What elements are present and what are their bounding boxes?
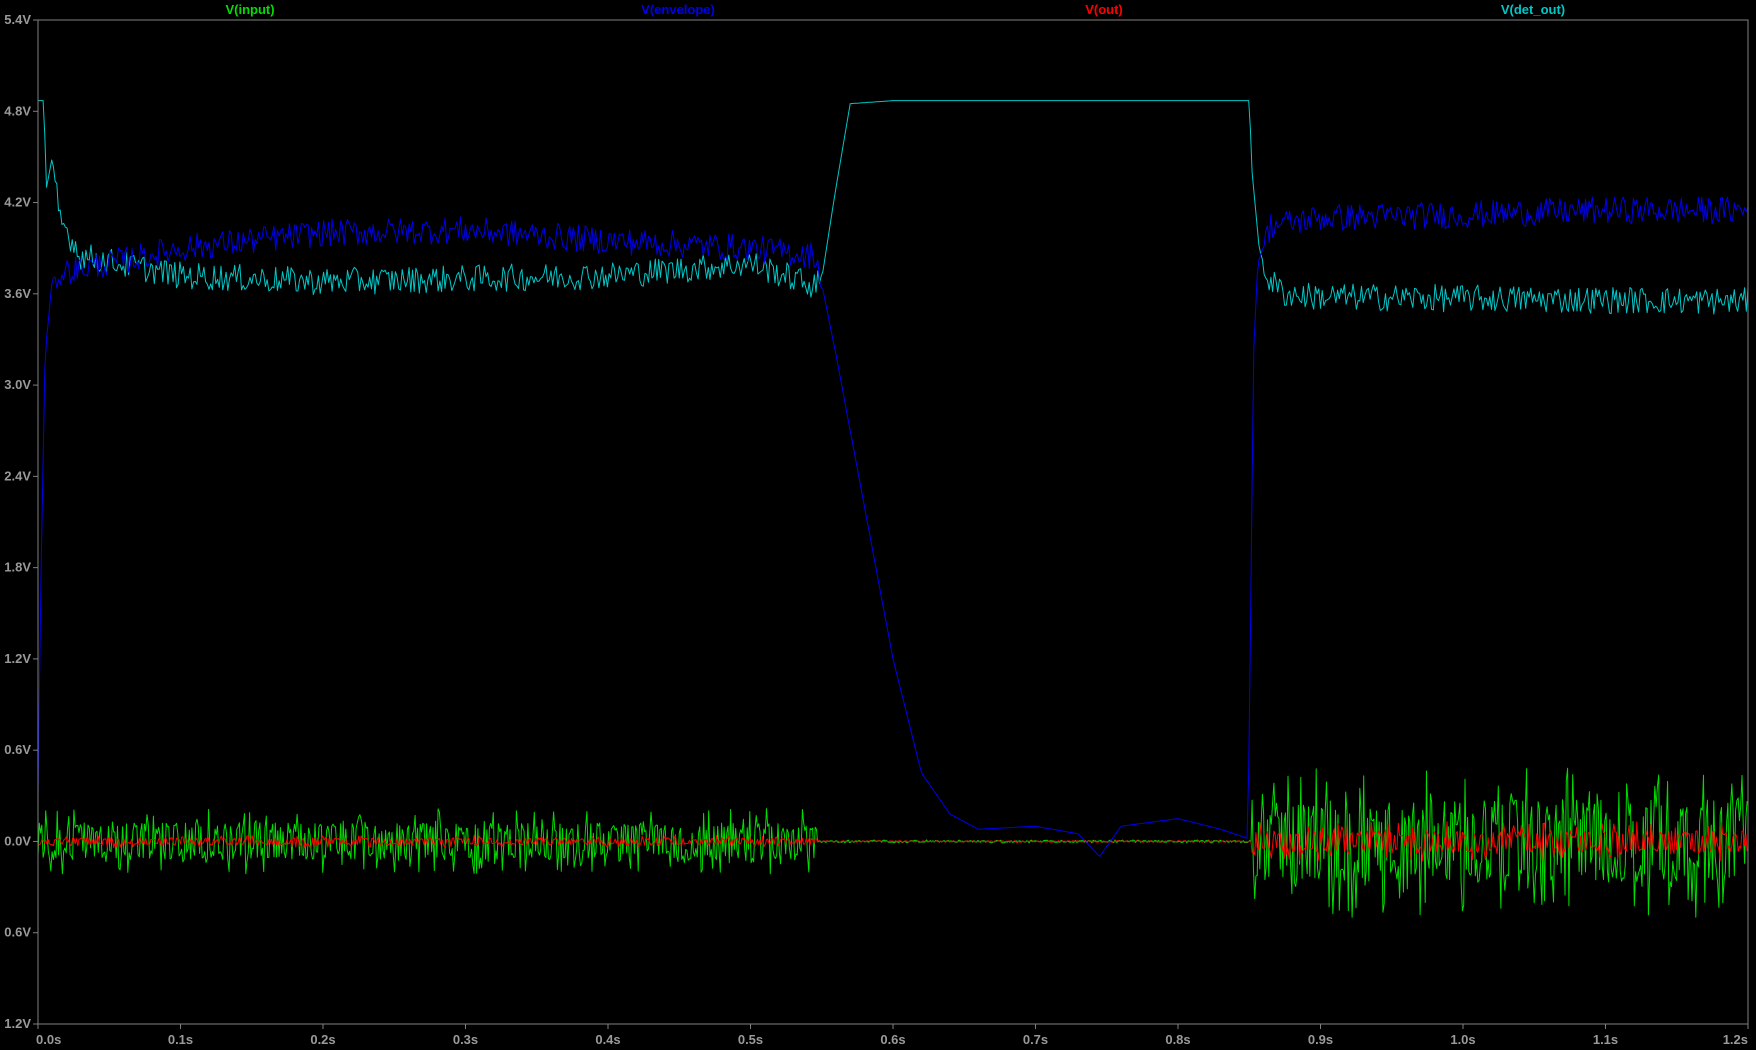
series-line-vdet_out: [38, 100, 1749, 315]
x-tick-label: 0.7s: [1023, 1032, 1048, 1047]
x-tick-label: 0.0s: [36, 1032, 61, 1047]
y-tick-label: 4.2V: [4, 195, 31, 210]
series-line-venvelope: [37, 196, 1749, 857]
plot-frame: [37, 19, 1749, 1025]
x-tick-label: 0.1s: [168, 1032, 193, 1047]
y-tick-label: 3.0V: [4, 377, 31, 392]
x-tick-label: 1.2s: [1723, 1032, 1748, 1047]
x-tick-label: 0.5s: [738, 1032, 763, 1047]
x-tick-label: 1.0s: [1450, 1032, 1475, 1047]
y-tick-label: 4.8V: [4, 103, 31, 118]
y-tick-label: 0.6V: [4, 925, 31, 940]
series-line-vinput: [37, 767, 1748, 918]
y-axis: 5.4V 4.8V 4.2V 3.6V 3.0V 2.4V 1.8V 1.2V 0.6V 0.0V…: [4, 12, 38, 1031]
legend-entry: V(envelope): [641, 2, 715, 17]
legend-entry: V(input): [225, 2, 274, 17]
x-tick-label: 1.1s: [1593, 1032, 1618, 1047]
traces: [37, 100, 1749, 918]
x-tick-label: 0.3s: [453, 1032, 478, 1047]
y-tick-label: 1.2V: [4, 651, 31, 666]
legend-entry: V(out): [1085, 2, 1123, 17]
x-tick-label: 0.2s: [310, 1032, 335, 1047]
y-tick-label: 3.6V: [4, 286, 31, 301]
legend: V(input) V(envelope) V(out) V(det_out): [225, 2, 1565, 17]
x-tick-label: 0.4s: [595, 1032, 620, 1047]
y-tick-label: 1.8V: [4, 560, 31, 575]
y-tick-label: 0.6V: [4, 742, 31, 757]
y-tick-label: 5.4V: [4, 12, 31, 27]
y-tick-label: 1.2V: [4, 1016, 31, 1031]
waveform-plot[interactable]: V(input) V(envelope) V(out) V(det_out) 5.4V…: [0, 0, 1756, 1050]
y-tick-label: 2.4V: [4, 468, 31, 483]
x-tick-label: 0.9s: [1308, 1032, 1333, 1047]
legend-entry: V(det_out): [1501, 2, 1565, 17]
x-tick-label: 0.8s: [1165, 1032, 1190, 1047]
x-tick-label: 0.6s: [880, 1032, 905, 1047]
x-axis: 0.0s 0.1s 0.2s 0.3s 0.4s 0.5s 0.6s 0.7s 0.8s 0.9s…: [36, 1024, 1749, 1047]
y-tick-label: 0.0V: [4, 833, 31, 848]
